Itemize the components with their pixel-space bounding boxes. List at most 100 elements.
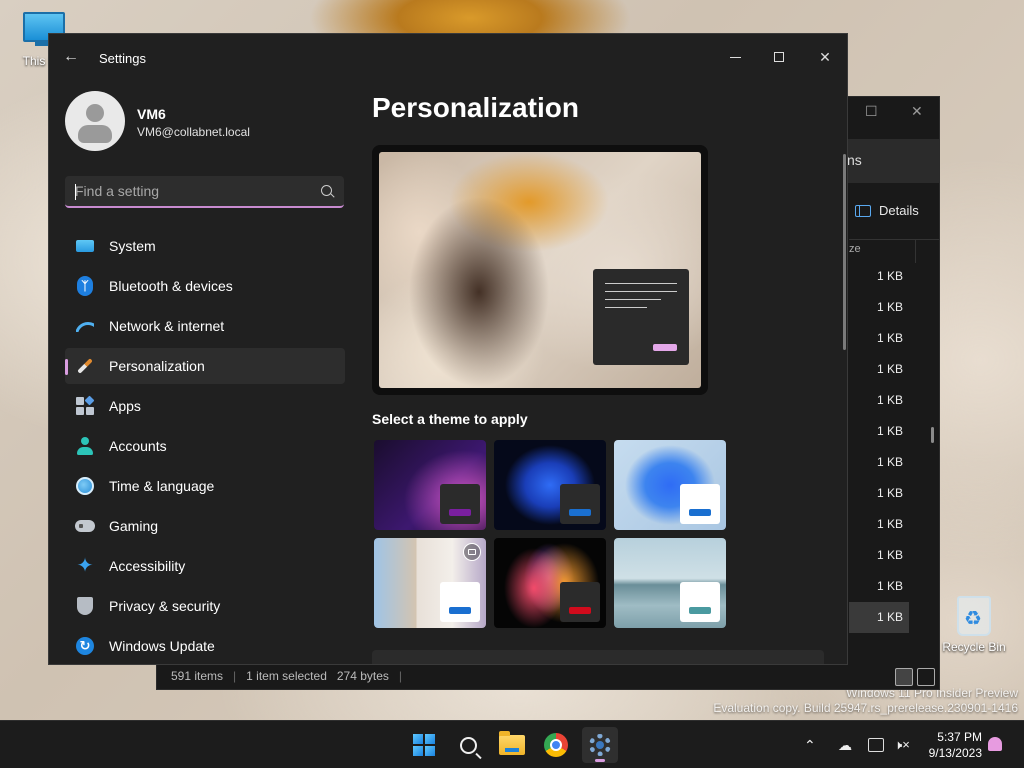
table-row-selected[interactable]: 1 KB [849,602,909,633]
explorer-tab[interactable]: ns [847,139,940,183]
minimize-icon [729,56,741,58]
theme-tile-windows-dark[interactable] [494,440,606,530]
app-title: Settings [99,51,146,66]
sidebar-item-accounts[interactable]: Accounts [65,428,345,464]
recycle-bin-icon [957,596,991,636]
file-explorer-icon [499,731,525,755]
taskbar-clock[interactable]: 5:37 PM 9/13/2023 [922,729,982,761]
theme-tile-glow[interactable] [374,440,486,530]
table-row[interactable]: 1 KB [849,447,909,478]
wallpaper-preview [379,152,701,388]
title-bar[interactable]: ← Settings ✕ [49,34,847,82]
update-icon: ↻ [75,636,95,656]
sidebar-item-time-language[interactable]: Time & language [65,468,345,504]
theme-chip [560,484,600,524]
theme-chip [440,484,480,524]
table-row[interactable]: 1 KB [849,261,909,292]
maximize-button[interactable] [764,42,794,72]
table-row[interactable]: 1 KB [849,509,909,540]
taskbar: ⌃ ☁ 🕨× 5:37 PM 9/13/2023 [0,720,1024,768]
theme-preview [372,145,708,395]
theme-tile-windows-light[interactable] [614,440,726,530]
onedrive-tray-icon[interactable]: ☁ [838,721,852,768]
sidebar-item-apps[interactable]: Apps [65,388,345,424]
network-icon [868,738,884,752]
show-hidden-icons-button[interactable]: ⌃ [804,721,816,768]
tiles-view-icon[interactable] [917,668,935,686]
accent-color-swatch [653,344,677,351]
sidebar-item-personalization[interactable]: Personalization [65,348,345,384]
theme-grid [374,440,728,628]
table-row[interactable]: 1 KB [849,540,909,571]
watermark-build: Evaluation copy. Build 25947.rs_prerelea… [713,701,1018,715]
sidebar-item-label: Windows Update [109,638,215,654]
network-tray-icon[interactable] [868,721,884,768]
table-row[interactable]: 1 KB [849,354,909,385]
recycle-bin-desktop-icon[interactable]: Recycle Bin [936,596,1012,654]
clock-date: 9/13/2023 [928,746,982,760]
content-scrollbar[interactable] [843,154,846,350]
taskbar-search-button[interactable] [450,727,486,763]
table-row[interactable]: 1 KB [849,478,909,509]
apps-icon [75,395,95,416]
sidebar-item-system[interactable]: System [65,228,345,264]
details-pane-button[interactable]: Details [855,203,919,218]
sidebar-item-bluetooth[interactable]: ᛉ Bluetooth & devices [65,268,345,304]
chrome-icon [544,733,568,757]
details-view-icon[interactable] [895,668,913,686]
taskbar-file-explorer[interactable] [494,727,530,763]
size-column-header[interactable]: ze [849,243,861,255]
theme-chip [680,484,720,524]
sidebar-item-privacy[interactable]: Privacy & security [65,588,345,624]
avatar[interactable] [65,91,125,151]
back-arrow-icon[interactable]: ← [63,48,79,66]
sidebar-item-label: System [109,238,156,254]
taskbar-chrome[interactable] [538,727,574,763]
cloud-icon: ☁ [838,736,852,753]
user-name: VM6 [137,106,166,122]
sidebar-item-label: Apps [109,398,141,414]
table-row[interactable]: 1 KB [849,323,909,354]
explorer-close-icon[interactable]: ✕ [911,103,923,120]
explorer-scrollbar[interactable] [931,427,934,443]
theme-tile-windows-spotlight[interactable] [374,538,486,628]
item-count: 591 items [171,669,224,683]
clock-time: 5:37 PM [937,730,982,744]
explorer-maximize-icon[interactable]: ☐ [865,103,878,120]
volume-tray-icon[interactable]: 🕨× [894,721,910,768]
minimize-button[interactable] [720,42,750,72]
text-caret [75,184,76,200]
view-toggle [895,668,935,686]
theme-tile-flow[interactable] [614,538,726,628]
settings-card[interactable] [372,650,824,664]
table-row[interactable]: 1 KB [849,416,909,447]
gamepad-icon [75,516,95,536]
sidebar-item-label: Network & internet [109,318,225,334]
theme-chip [560,582,600,622]
search-box[interactable] [65,176,344,208]
table-row[interactable]: 1 KB [849,292,909,323]
search-icon[interactable] [321,185,332,196]
search-input[interactable] [65,176,344,206]
taskbar-settings[interactable] [582,727,618,763]
settings-icon [589,734,611,756]
table-row[interactable]: 1 KB [849,385,909,416]
speaker-muted-icon: 🕨× [894,737,910,752]
accessibility-icon: ✦ [76,555,94,577]
sidebar-item-gaming[interactable]: Gaming [65,508,345,544]
bluetooth-icon: ᛉ [75,276,95,296]
start-button[interactable] [406,727,442,763]
sidebar-item-label: Accounts [109,438,167,454]
mock-window-preview [593,269,689,365]
notification-bell-icon[interactable] [988,737,1002,751]
table-row[interactable]: 1 KB [849,571,909,602]
theme-section-heading: Select a theme to apply [372,411,528,427]
sidebar-item-windows-update[interactable]: ↻ Windows Update [65,628,345,664]
close-button[interactable]: ✕ [810,42,840,72]
sidebar-item-accessibility[interactable]: ✦ Accessibility [65,548,345,584]
theme-tile-captured-motion[interactable] [494,538,606,628]
selection-size: 274 bytes [336,669,389,683]
selection-count: 1 item selected [246,669,327,683]
sidebar-item-network[interactable]: Network & internet [65,308,345,344]
sidebar-item-label: Time & language [109,478,215,494]
